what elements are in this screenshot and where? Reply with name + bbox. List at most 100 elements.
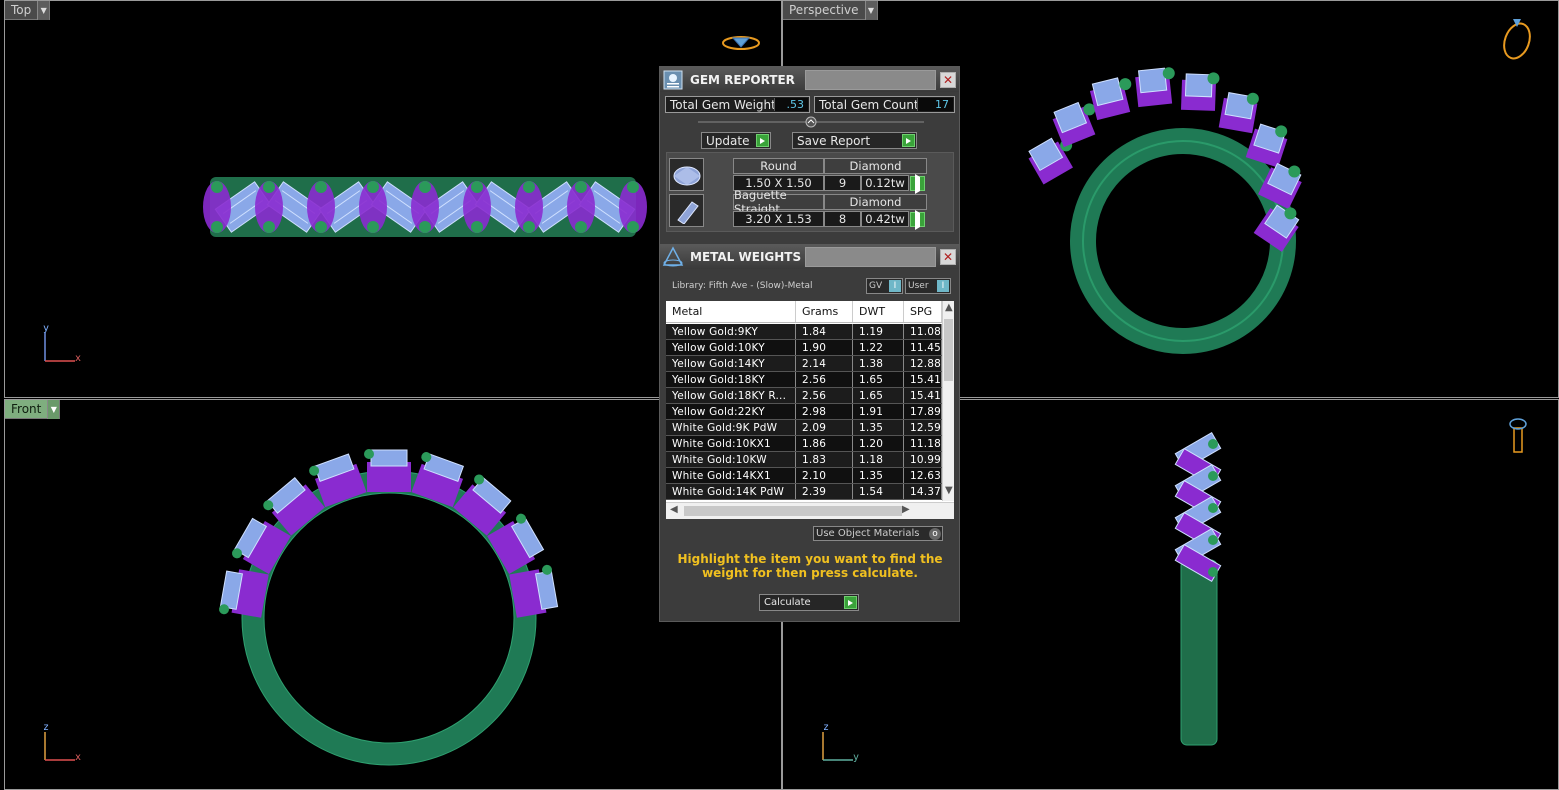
prong: [315, 221, 327, 233]
table-row[interactable]: Yellow Gold:10KY 1.90 1.22 11.45: [666, 340, 942, 356]
scroll-right-icon[interactable]: ▶: [902, 504, 910, 515]
table-row[interactable]: Yellow Gold:18KY 2.56 1.65 15.41: [666, 372, 942, 388]
gem-reporter-titlebar[interactable]: GEM REPORTER ✕: [660, 67, 959, 92]
table-cell: Yellow Gold:18KY R...: [666, 388, 796, 403]
total-gem-weight-field: Total Gem Weight .53: [665, 96, 810, 113]
table-row[interactable]: White Gold:14KX1 2.10 1.35 12.63: [666, 468, 942, 484]
table-cell: Yellow Gold:18KY: [666, 372, 796, 387]
vertical-scrollbar[interactable]: ▲ ▼: [942, 301, 954, 501]
axis-x-label: x: [75, 353, 82, 364]
update-label: Update: [706, 133, 750, 148]
title-bar-fill: [805, 69, 936, 90]
prong: [1246, 92, 1259, 105]
column-header-metal[interactable]: Metal: [666, 301, 796, 322]
gv-toggle[interactable]: GV I: [866, 278, 903, 294]
gem-material: Diamond: [824, 158, 927, 174]
play-arrow-icon[interactable]: [910, 212, 925, 227]
gem-row[interactable]: Baguette Straight Diamond 3.20 X 1.53 8 …: [669, 188, 927, 228]
table-cell: 2.10: [796, 468, 853, 483]
table-cell: 1.84: [796, 324, 853, 339]
table-cell: White Gold:9K PdW: [666, 420, 796, 435]
scroll-down-icon[interactable]: ▼: [945, 485, 953, 496]
table-cell: 1.65: [853, 388, 904, 403]
table-cell: 10.99: [904, 452, 942, 467]
prong: [1208, 439, 1218, 449]
play-arrow-icon: [844, 596, 857, 609]
axis-gizmo-icon: [44, 732, 75, 761]
table-row[interactable]: White Gold:10KW 1.83 1.18 10.99: [666, 452, 942, 468]
prong: [419, 181, 431, 193]
metal-weights-table[interactable]: Metal Grams DWT SPG Yellow Gold:9KY 1.84 1…: [666, 301, 954, 519]
update-button[interactable]: Update: [701, 132, 771, 149]
prong: [1207, 72, 1220, 85]
use-object-materials-label: Use Object Materials: [816, 528, 920, 539]
column-header-dwt[interactable]: DWT: [853, 301, 904, 322]
table-cell: 2.56: [796, 388, 853, 403]
table-row[interactable]: White Gold:14K PdW 2.39 1.54 14.37: [666, 484, 942, 500]
table-cell: White Gold:14KX1: [666, 468, 796, 483]
table-cell: 1.90: [796, 340, 853, 355]
axis-gizmo-icon: [822, 732, 853, 761]
prong: [315, 181, 327, 193]
horizontal-scrollbar[interactable]: ◀ ▶: [666, 502, 954, 519]
scroll-left-icon[interactable]: ◀: [670, 504, 678, 515]
title-bar-fill: [805, 246, 936, 267]
table-cell: Yellow Gold:22KY: [666, 404, 796, 419]
table-header: Metal Grams DWT SPG: [666, 301, 942, 323]
scrollbar-thumb[interactable]: [684, 506, 902, 516]
radio-icon: o: [929, 528, 941, 540]
panel-splitter-handle[interactable]: [698, 116, 924, 128]
user-toggle[interactable]: User I: [905, 278, 951, 294]
prong: [367, 221, 379, 233]
table-cell: Yellow Gold:10KY: [666, 340, 796, 355]
prong: [1162, 67, 1175, 80]
table-cell: 2.14: [796, 356, 853, 371]
table-cell: 12.88: [904, 356, 942, 371]
prong: [263, 221, 275, 233]
gem-row[interactable]: Round Diamond 1.50 X 1.50 9 0.12tw: [669, 158, 927, 192]
gem-reporter-panel: GEM REPORTER ✕ Total Gem Weight .53 Tota…: [659, 66, 960, 622]
prong: [211, 221, 223, 233]
prong: [575, 221, 587, 233]
table-cell: Yellow Gold:14KY: [666, 356, 796, 371]
scroll-up-icon[interactable]: ▲: [945, 302, 953, 313]
close-icon[interactable]: ✕: [940, 248, 956, 265]
table-row[interactable]: Yellow Gold:14KY 2.14 1.38 12.88: [666, 356, 942, 372]
column-header-grams[interactable]: Grams: [796, 301, 853, 322]
save-report-label: Save Report: [797, 133, 871, 148]
table-cell: 1.19: [853, 324, 904, 339]
calculate-button[interactable]: Calculate: [759, 594, 859, 611]
report-icon: [661, 68, 685, 92]
table-cell: 1.35: [853, 468, 904, 483]
front-gem-setting: [219, 569, 269, 618]
axis-y-label: y: [853, 752, 860, 763]
toggle-indicator-icon: I: [937, 280, 949, 292]
close-icon[interactable]: ✕: [940, 71, 956, 88]
table-cell: Yellow Gold:9KY: [666, 324, 796, 339]
table-row[interactable]: Yellow Gold:18KY R... 2.56 1.65 15.41: [666, 388, 942, 404]
use-object-materials-toggle[interactable]: Use Object Materials o: [813, 526, 943, 541]
table-cell: 15.41: [904, 372, 942, 387]
front-gem-setting: [364, 449, 411, 492]
metal-weights-titlebar[interactable]: METAL WEIGHTS ✕: [660, 244, 959, 269]
table-cell: 1.20: [853, 436, 904, 451]
axis-x-label: x: [75, 752, 82, 763]
prong: [1275, 125, 1288, 138]
prong: [1119, 78, 1132, 91]
column-header-spg[interactable]: SPG: [904, 301, 942, 322]
table-row[interactable]: Yellow Gold:9KY 1.84 1.19 11.08: [666, 324, 942, 340]
table-row[interactable]: White Gold:9K PdW 2.09 1.35 12.59: [666, 420, 942, 436]
total-gem-count-label: Total Gem Count: [819, 97, 919, 112]
save-report-button[interactable]: Save Report: [792, 132, 917, 149]
prong: [367, 181, 379, 193]
total-gem-weight-label: Total Gem Weight: [670, 97, 776, 112]
scrollbar-thumb[interactable]: [944, 319, 953, 381]
table-cell: 11.08: [904, 324, 942, 339]
table-body: Yellow Gold:9KY 1.84 1.19 11.08 Yellow Gold:…: [666, 324, 942, 500]
table-row[interactable]: Yellow Gold:22KY 2.98 1.91 17.89: [666, 404, 942, 420]
gem-count: 8: [824, 211, 861, 227]
toggle-indicator-icon: I: [889, 280, 901, 292]
play-arrow-icon: [902, 134, 915, 147]
play-arrow-icon[interactable]: [910, 176, 925, 191]
table-row[interactable]: White Gold:10KX1 1.86 1.20 11.18: [666, 436, 942, 452]
